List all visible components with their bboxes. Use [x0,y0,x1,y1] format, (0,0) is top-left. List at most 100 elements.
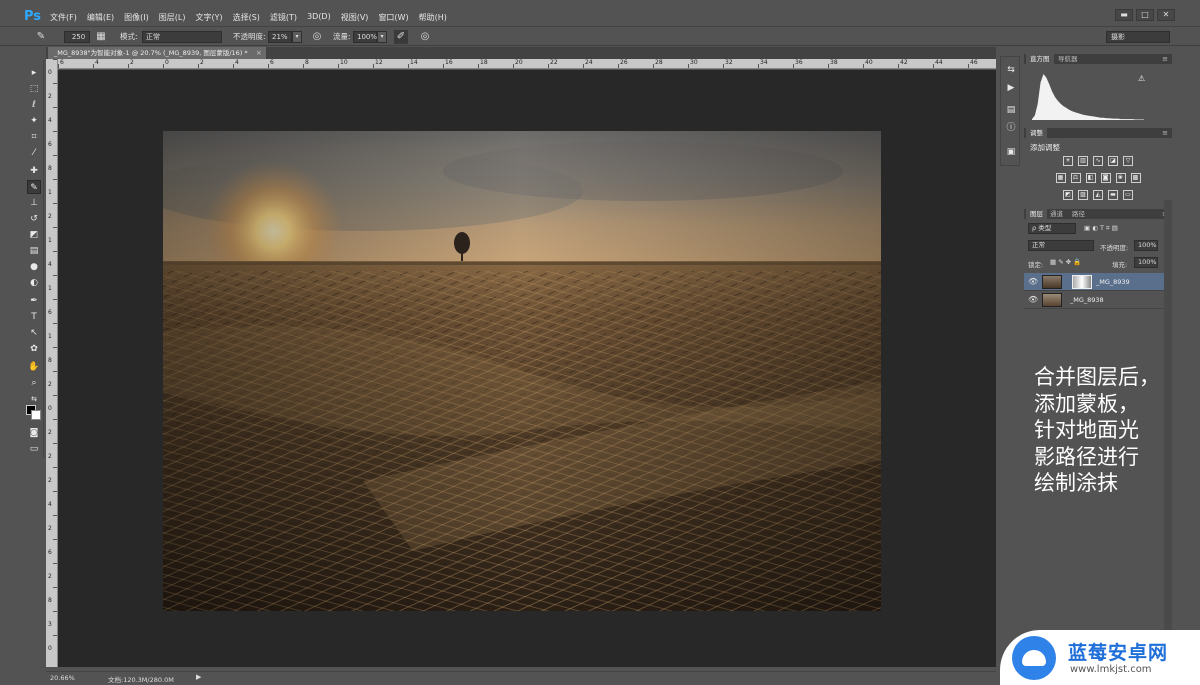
type-tool-icon[interactable]: T [27,310,41,324]
tab-histogram[interactable]: 直方图 [1026,54,1054,64]
screen-mode-icon[interactable]: ▭ [27,442,41,456]
layer-mask-thumbnail[interactable] [1072,275,1092,289]
workspace-select[interactable]: 摄影 [1106,31,1170,43]
menu-help[interactable]: 帮助(H) [419,12,447,23]
move-tool-icon[interactable]: ▸ [27,66,41,80]
eraser-tool-icon[interactable]: ◩ [27,228,41,242]
photo-filter-icon[interactable]: ◙ [1100,173,1111,183]
color-lookup-icon[interactable]: ▩ [1130,173,1141,183]
tab-adjustments[interactable]: 调整 [1026,128,1047,138]
menu-3d[interactable]: 3D(D) [307,12,331,23]
wheat-field-photo[interactable] [163,131,881,611]
layer-row[interactable]: 👁 _MG_8938 [1024,291,1164,309]
color-balance-icon[interactable]: ⚖ [1070,173,1081,183]
zoom-level[interactable]: 20.66% [50,674,75,682]
actions-play-icon[interactable]: ▶ [1004,81,1018,95]
threshold-icon[interactable]: ◭ [1093,190,1103,200]
posterize-icon[interactable]: ▨ [1078,190,1088,200]
tab-paths[interactable]: 路径 [1068,209,1089,219]
menu-select[interactable]: 选择(S) [233,12,260,23]
vibrance-icon[interactable]: ▽ [1123,156,1133,166]
histogram-warning-icon[interactable]: ⚠ [1138,74,1145,83]
menu-layer[interactable]: 图层(L) [159,12,186,23]
fill-input[interactable]: 100% [1134,257,1158,268]
menu-type[interactable]: 文字(Y) [195,12,222,23]
blur-tool-icon[interactable]: ● [27,260,41,274]
tab-channels[interactable]: 通道 [1046,209,1067,219]
crop-tool-icon[interactable]: ⌗ [27,130,41,144]
opacity-dropdown[interactable]: ▾ [292,31,302,43]
document-tab[interactable]: _MG_8938"为智能对象-1 @ 20.7% (_MG_8939, 图层蒙版… [48,47,266,59]
blend-mode-select[interactable]: 正常 [1028,240,1094,251]
adjustments-menu-icon[interactable]: ≡ [1162,128,1168,138]
exposure-icon[interactable]: ◪ [1108,156,1118,166]
panel-menu-icon[interactable]: ≡ [1162,54,1168,64]
channel-mixer-icon[interactable]: ❀ [1115,173,1126,183]
tab-layers[interactable]: 图层 [1026,209,1047,219]
close-button[interactable]: ✕ [1157,9,1175,21]
brush-size-picker[interactable]: 250 [64,31,90,43]
quick-mask-icon[interactable]: ◙ [27,426,41,440]
tab-navigator[interactable]: 导航器 [1054,54,1082,64]
flow-input[interactable]: 100% [353,31,377,43]
layer-opacity-input[interactable]: 100% [1134,240,1158,251]
clone-stamp-tool-icon[interactable]: ⊥ [27,196,41,210]
lasso-tool-icon[interactable]: ℓ [27,98,41,112]
hue-saturation-icon[interactable]: ▦ [1055,173,1066,183]
maximize-button[interactable]: □ [1136,9,1154,21]
brush-tool-icon[interactable]: ✎ [27,180,41,194]
curves-icon[interactable]: ∿ [1093,156,1103,166]
flow-dropdown[interactable]: ▾ [377,31,387,43]
menu-filter[interactable]: 滤镜(T) [270,12,297,23]
path-select-tool-icon[interactable]: ↖ [27,326,41,340]
menu-file[interactable]: 文件(F) [50,12,77,23]
brush-tool-icon[interactable]: ✎ [34,30,48,44]
menu-window[interactable]: 窗口(W) [378,12,408,23]
background-color-swatch[interactable] [31,410,41,420]
history-brush-tool-icon[interactable]: ↺ [27,212,41,226]
pressure-size-icon[interactable]: ◎ [418,30,432,44]
properties-icon[interactable]: ▤ [1004,103,1018,117]
eyedropper-tool-icon[interactable]: ⁄ [27,146,41,160]
layer-filter-icons[interactable]: ▣ ◐ T ⌗ ▤ [1084,224,1118,233]
hand-tool-icon[interactable]: ✋ [27,360,41,374]
visibility-eye-icon[interactable]: 👁 [1028,295,1038,304]
brush-presets-icon[interactable]: ▣ [1004,145,1018,159]
gradient-map-icon[interactable]: ▬ [1108,190,1118,200]
ruler-tick [128,64,129,68]
menu-edit[interactable]: 编辑(E) [87,12,114,23]
marquee-tool-icon[interactable]: ⬚ [27,82,41,96]
ruler-tick [53,83,57,84]
default-colors-icon[interactable]: ⇆ [27,392,41,406]
canvas-area[interactable] [58,70,996,667]
menu-view[interactable]: 视图(V) [341,12,369,23]
black-white-icon[interactable]: ◧ [1085,173,1096,183]
mode-select[interactable]: 正常 [142,31,222,43]
gradient-tool-icon[interactable]: ▤ [27,244,41,258]
dodge-tool-icon[interactable]: ◐ [27,276,41,290]
shape-tool-icon[interactable]: ✿ [27,342,41,356]
tab-close-icon[interactable]: × [256,47,262,59]
visibility-eye-icon[interactable]: 👁 [1028,277,1038,286]
levels-icon[interactable]: ▥ [1078,156,1088,166]
menu-image[interactable]: 图像(I) [124,12,149,23]
brush-panel-icon[interactable]: ▦ [94,30,108,44]
brightness-icon[interactable]: ☀ [1063,156,1073,166]
quick-select-tool-icon[interactable]: ✦ [27,114,41,128]
pressure-opacity-icon[interactable]: ◎ [310,30,324,44]
selective-color-icon[interactable]: ▭ [1123,190,1133,200]
opacity-input[interactable]: 21% [268,31,292,43]
healing-brush-tool-icon[interactable]: ✚ [27,164,41,178]
pen-tool-icon[interactable]: ✒ [27,294,41,308]
info-icon[interactable]: ⓘ [1004,121,1018,135]
layer-filter-select[interactable]: ρ 类型 [1028,223,1076,234]
ruler-number: 44 [935,59,943,66]
lock-icons[interactable]: ▦ ✎ ✥ 🔒 [1050,258,1081,266]
history-icon[interactable]: ⇆ [1004,63,1018,77]
invert-icon[interactable]: ◩ [1063,190,1073,200]
status-menu-arrow-icon[interactable]: ▶ [196,673,201,681]
layer-row[interactable]: 👁 _MG_8939 [1024,273,1164,291]
zoom-tool-icon[interactable]: ⌕ [27,376,41,390]
minimize-button[interactable]: ▬ [1115,9,1133,21]
airbrush-icon[interactable]: ✐ [394,30,408,44]
